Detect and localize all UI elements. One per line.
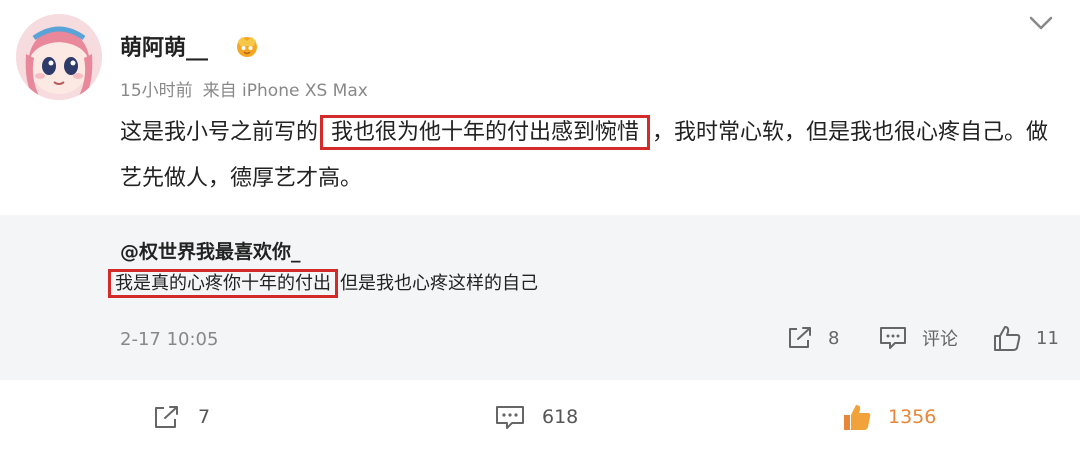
post-content: 这是我小号之前写的 我也很为他十年的付出感到惋惜 ，我时常心软，但是我也很心疼自己。… [120,110,1060,202]
chevron-down-icon[interactable] [1026,12,1056,34]
repost-text-after: 但是我也心疼这样的自己 [340,273,538,294]
repost-username[interactable]: @权世界我最喜欢你_ [120,237,301,264]
repost-comment-button[interactable]: 评论 [878,323,958,353]
post-time: 15小时前 [120,81,193,101]
share-count: 7 [198,406,211,428]
repost-card[interactable]: @权世界我最喜欢你_ 我是真的心疼你十年的付出 但是我也心疼这样的自己 2-17 … [0,215,1080,380]
avatar-image [16,14,102,100]
repost-content: 我是真的心疼你十年的付出 但是我也心疼这样的自己 [108,269,538,298]
share-icon [155,406,178,428]
comment-icon [880,327,906,349]
post-text-before: 这是我小号之前写的 [120,120,319,145]
vip-badge-icon[interactable] [234,34,260,58]
like-count: 1356 [888,406,937,428]
bottom-action-bar: 7 618 1356 [0,380,1080,458]
repost-time: 2-17 10:05 [120,329,219,350]
post-source: 来自 iPhone XS Max [202,81,368,101]
comment-icon [496,406,524,429]
like-button[interactable]: 1356 [842,400,936,434]
share-button[interactable]: 7 [152,400,210,434]
thumbs-up-icon [994,326,1021,351]
repost-comment-label: 评论 [922,329,958,350]
repost-like-button[interactable]: 11 [992,323,1059,353]
repost-share-button[interactable]: 8 [786,323,839,353]
comment-count: 618 [542,406,579,428]
share-icon [789,327,811,348]
post-card: 萌阿萌__ 15小时前 来自 iPhone XS Max 这是我小号之前写的 我也很… [0,0,1080,215]
repost-like-count: 11 [1036,327,1059,349]
repost-highlight-box: 我是真的心疼你十年的付出 [108,269,338,298]
highlight-box: 我也很为他十年的付出感到惋惜 [320,115,651,150]
comment-button[interactable]: 618 [494,400,578,434]
post-meta: 15小时前 来自 iPhone XS Max [120,76,368,101]
post-username[interactable]: 萌阿萌__ [120,30,208,62]
avatar[interactable] [16,14,102,100]
thumbs-up-filled-icon [844,405,871,430]
repost-share-count: 8 [828,327,840,349]
